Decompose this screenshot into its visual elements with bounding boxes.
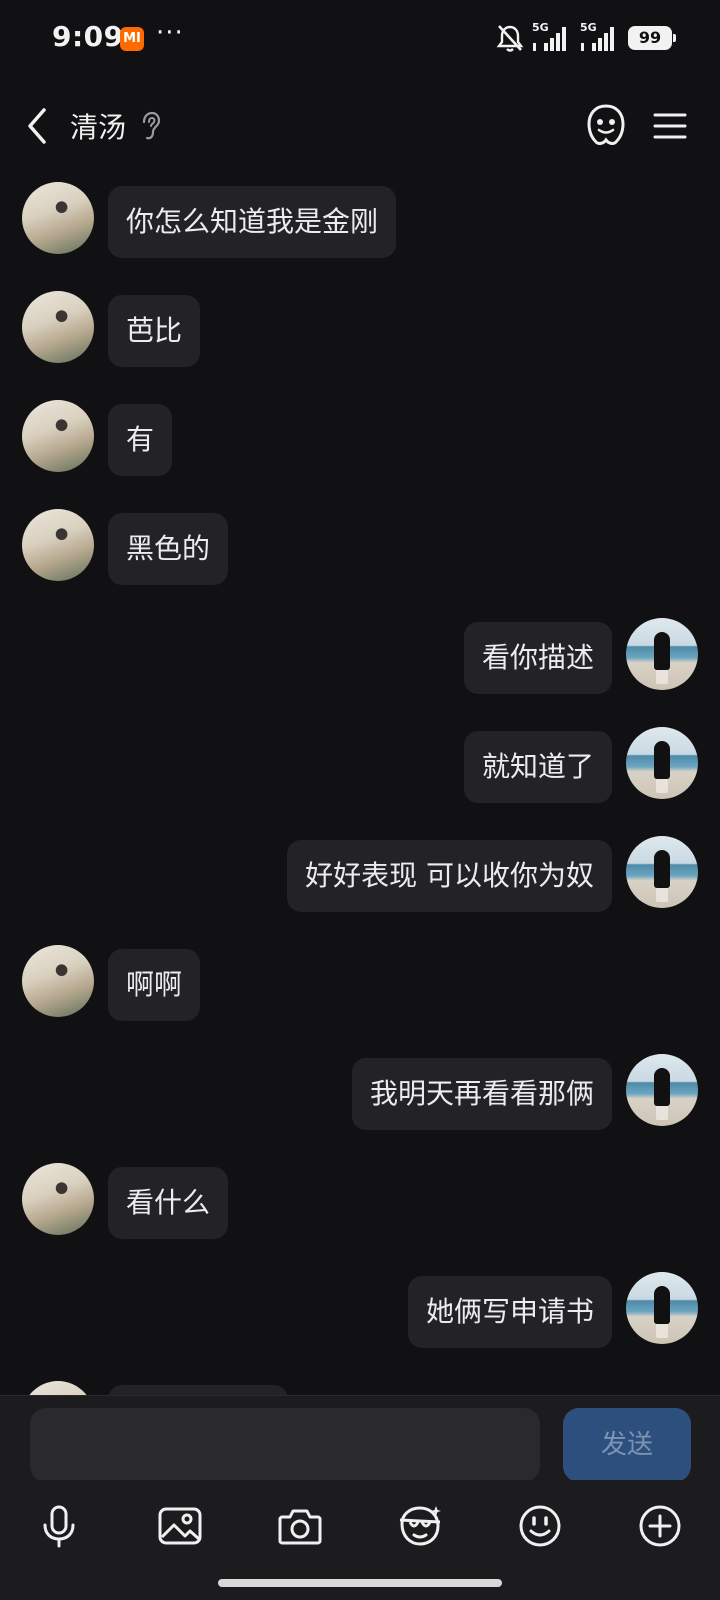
message-bubble[interactable]: 芭比 xyxy=(108,295,201,367)
composer: 发送 xyxy=(0,1395,720,1482)
user-avatar[interactable] xyxy=(626,836,698,908)
bell-muted-icon xyxy=(496,25,524,52)
chat-title[interactable]: 清汤 xyxy=(70,106,126,146)
message-item: 有 xyxy=(0,388,720,497)
contact-avatar[interactable] xyxy=(22,182,94,254)
message-item: 啊啊 xyxy=(0,933,720,1042)
message-bubble[interactable]: 就知道了 xyxy=(463,731,612,803)
message-bubble[interactable]: 好好表现 可以收你为奴 xyxy=(287,840,612,912)
message-items: 你怎么知道我是金刚 芭比有黑色的看你描述就知道了好好表现 可以收你为奴啊啊我明天再… xyxy=(0,170,720,1395)
mi-app-icon: MI xyxy=(120,27,144,51)
home-indicator[interactable] xyxy=(218,1579,502,1587)
contact-avatar[interactable] xyxy=(22,1381,94,1395)
message-item xyxy=(0,1369,720,1395)
message-bubble[interactable]: 看什么 xyxy=(108,1167,229,1239)
battery-icon: 99 xyxy=(628,26,676,50)
contact-avatar[interactable] xyxy=(22,291,94,363)
contact-avatar[interactable] xyxy=(22,400,94,472)
face-sticker-icon[interactable] xyxy=(396,1502,444,1550)
message-bubble[interactable]: 啊啊 xyxy=(108,949,201,1021)
contact-avatar[interactable] xyxy=(22,1163,94,1235)
message-item: 我明天再看看那俩 xyxy=(0,1042,720,1151)
message-item: 黑色的 xyxy=(0,497,720,606)
contact-avatar[interactable] xyxy=(22,945,94,1017)
message-item: 看什么 xyxy=(0,1151,720,1260)
message-bubble[interactable]: 黑色的 xyxy=(108,513,229,585)
message-bubble[interactable] xyxy=(108,1385,288,1395)
microphone-icon[interactable] xyxy=(35,1502,83,1550)
user-avatar[interactable] xyxy=(626,618,698,690)
status-time: 9:09 xyxy=(52,20,124,53)
more-notifications-icon: ··· xyxy=(156,18,184,48)
send-button[interactable]: 发送 xyxy=(563,1408,691,1482)
user-avatar[interactable] xyxy=(626,1054,698,1126)
user-avatar[interactable] xyxy=(626,727,698,799)
back-icon[interactable] xyxy=(22,104,52,148)
signal-5g-2-icon: 5G xyxy=(580,21,620,53)
message-list[interactable]: 你怎么知道我是金刚 芭比有黑色的看你描述就知道了好好表现 可以收你为奴啊啊我明天再… xyxy=(0,170,720,1395)
message-bubble[interactable]: 看你描述 xyxy=(463,622,612,694)
message-bubble[interactable]: 你怎么知道我是金刚 xyxy=(108,186,397,258)
message-bubble[interactable]: 有 xyxy=(108,404,173,476)
plus-icon[interactable] xyxy=(636,1502,684,1550)
ear-icon xyxy=(142,111,161,140)
camera-icon[interactable] xyxy=(276,1502,324,1550)
chat-header: 清汤 xyxy=(0,90,720,162)
user-avatar[interactable] xyxy=(626,1272,698,1344)
message-item: 芭比 xyxy=(0,279,720,388)
emoji-icon[interactable] xyxy=(516,1502,564,1550)
message-input[interactable] xyxy=(30,1408,540,1482)
message-bubble[interactable]: 我明天再看看那俩 xyxy=(351,1058,612,1130)
message-item: 她俩写申请书 xyxy=(0,1260,720,1369)
message-item: 看你描述 xyxy=(0,606,720,715)
bot-icon[interactable] xyxy=(584,102,628,148)
message-item: 你怎么知道我是金刚 xyxy=(0,170,720,279)
status-icons: 5G 5G 99 xyxy=(496,21,676,54)
image-icon[interactable] xyxy=(156,1502,204,1550)
signal-5g-1-icon: 5G xyxy=(532,21,572,53)
status-bar: 9:09 MI ··· 5G 5G 99 xyxy=(0,0,720,80)
menu-icon[interactable] xyxy=(652,110,688,142)
message-item: 好好表现 可以收你为奴 xyxy=(0,824,720,933)
contact-avatar[interactable] xyxy=(22,509,94,581)
message-item: 就知道了 xyxy=(0,715,720,824)
message-bubble[interactable]: 她俩写申请书 xyxy=(407,1276,612,1348)
